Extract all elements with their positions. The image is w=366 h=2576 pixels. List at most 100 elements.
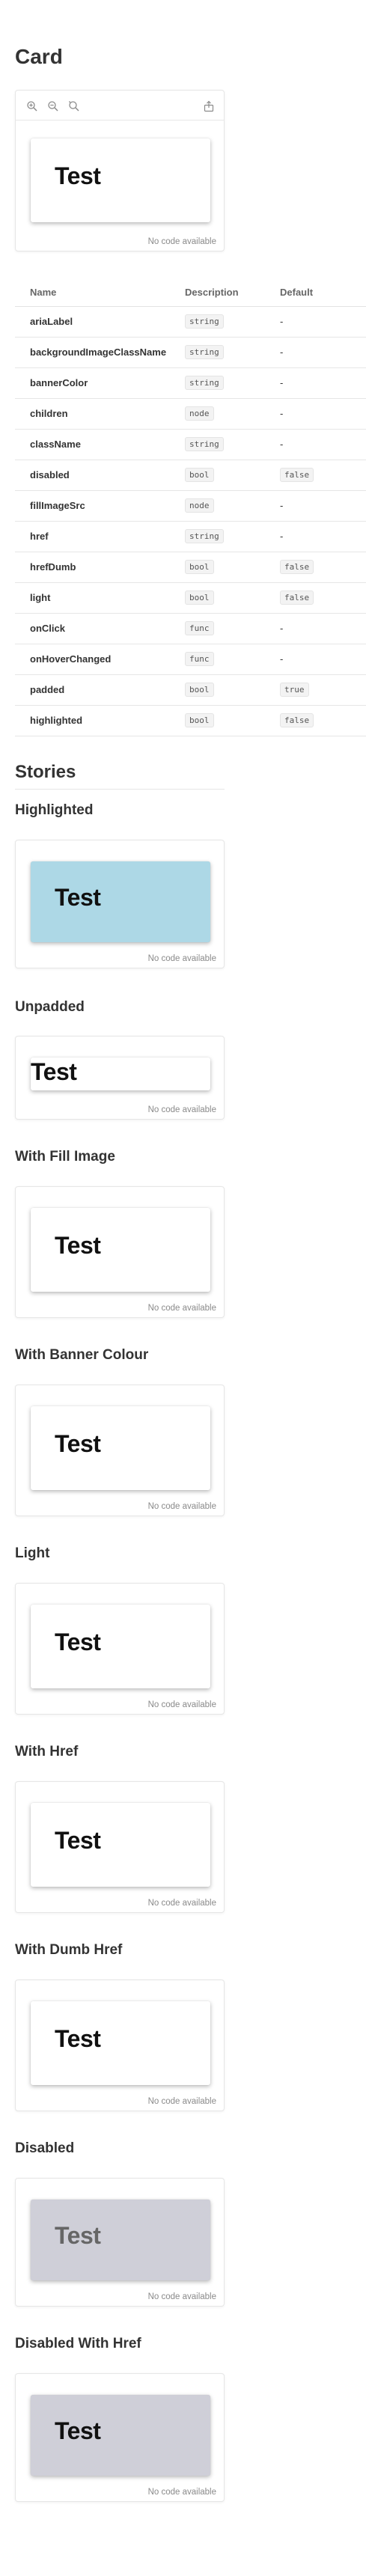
no-code-label: No code available xyxy=(147,954,216,963)
prop-type-cell: string xyxy=(170,337,265,368)
header-default: Default xyxy=(265,278,366,307)
story-card-text: Test xyxy=(55,2222,101,2249)
story-card[interactable]: Test xyxy=(31,1208,210,1292)
no-code-label: No code available xyxy=(147,1899,216,1908)
prop-default: - xyxy=(280,623,284,634)
prop-type: string xyxy=(185,314,224,329)
story-card-text: Test xyxy=(55,1827,101,1854)
prop-name: padded xyxy=(15,674,170,706)
prop-type: string xyxy=(185,376,224,390)
prop-default-cell: false xyxy=(265,460,366,491)
zoom-out-icon[interactable] xyxy=(47,100,59,112)
story-card[interactable]: Test xyxy=(31,861,210,942)
prop-default: - xyxy=(280,316,284,327)
prop-default-cell: false xyxy=(265,552,366,583)
story-title: Disabled With Href xyxy=(15,2336,141,2351)
share-icon[interactable] xyxy=(203,100,215,112)
prop-default: false xyxy=(280,468,314,482)
prop-type: string xyxy=(185,529,224,543)
table-row: children node - xyxy=(15,398,366,430)
table-row: padded bool true xyxy=(15,674,366,706)
prop-name: href xyxy=(15,521,170,552)
page-title: Card xyxy=(15,45,63,68)
story-title: With Fill Image xyxy=(15,1149,115,1165)
story-card-text: Test xyxy=(31,1058,77,1085)
prop-type-cell: string xyxy=(170,429,265,460)
story-card-text: Test xyxy=(55,884,101,911)
preview-toolbar xyxy=(16,91,224,120)
story-card-text: Test xyxy=(55,1629,101,1655)
prop-type-cell: bool xyxy=(170,552,265,583)
prop-type-cell: func xyxy=(170,613,265,644)
prop-default-cell: - xyxy=(265,367,366,399)
table-row: disabled bool false xyxy=(15,460,366,491)
prop-type: string xyxy=(185,437,224,451)
story-card[interactable]: Test xyxy=(31,1605,210,1688)
table-row: href string - xyxy=(15,521,366,552)
story-title: With Dumb Href xyxy=(15,1942,123,1958)
props-table-body: ariaLabel string - backgroundImageClassName… xyxy=(15,306,366,736)
prop-name: onClick xyxy=(15,613,170,644)
story-preview: Test No code available xyxy=(15,2178,225,2307)
prop-default-cell: - xyxy=(265,521,366,552)
story-card[interactable]: Test xyxy=(31,2200,210,2280)
card[interactable]: Test xyxy=(31,138,210,222)
prop-name: light xyxy=(15,582,170,614)
prop-type-cell: bool xyxy=(170,582,265,614)
story-card[interactable]: Test xyxy=(31,1406,210,1490)
table-row: onHoverChanged func - xyxy=(15,644,366,675)
prop-name: children xyxy=(15,398,170,430)
story-preview: Test No code available xyxy=(15,1583,225,1715)
story-card[interactable]: Test xyxy=(31,1057,210,1090)
prop-type: bool xyxy=(185,468,214,482)
prop-default-cell: - xyxy=(265,337,366,368)
story-card-text: Test xyxy=(55,1232,101,1259)
no-code-label: No code available xyxy=(147,2097,216,2106)
prop-name: disabled xyxy=(15,460,170,491)
prop-default: - xyxy=(280,408,284,419)
prop-type: bool xyxy=(185,560,214,574)
prop-name: fillImageSrc xyxy=(15,490,170,522)
no-code-label: No code available xyxy=(147,2292,216,2301)
prop-type: bool xyxy=(185,713,214,727)
prop-type-cell: string xyxy=(170,367,265,399)
demo-preview: Test No code available xyxy=(15,90,225,251)
story-preview: Test No code available xyxy=(15,1036,225,1120)
prop-name: backgroundImageClassName xyxy=(15,337,170,368)
story-card-text: Test xyxy=(55,2025,101,2052)
prop-default-cell: - xyxy=(265,398,366,430)
prop-type-cell: string xyxy=(170,306,265,338)
prop-name: highlighted xyxy=(15,705,170,736)
story-preview: Test No code available xyxy=(15,1186,225,1318)
story-preview: Test No code available xyxy=(15,1980,225,2111)
zoom-reset-icon[interactable] xyxy=(68,100,80,112)
prop-default-cell: - xyxy=(265,490,366,522)
story-preview: Test No code available xyxy=(15,2373,225,2502)
story-title: Highlighted xyxy=(15,802,94,818)
prop-name: className xyxy=(15,429,170,460)
prop-default-cell: false xyxy=(265,705,366,736)
story-preview: Test No code available xyxy=(15,1385,225,1516)
prop-type: bool xyxy=(185,683,214,697)
prop-name: ariaLabel xyxy=(15,306,170,338)
prop-default-cell: - xyxy=(265,644,366,675)
prop-type: node xyxy=(185,498,214,513)
table-row: light bool false xyxy=(15,582,366,614)
prop-default: false xyxy=(280,560,314,574)
table-row: ariaLabel string - xyxy=(15,306,366,338)
prop-default: - xyxy=(280,377,284,388)
prop-type-cell: bool xyxy=(170,460,265,491)
story-card[interactable]: Test xyxy=(31,1803,210,1887)
prop-default: false xyxy=(280,590,314,605)
story-card[interactable]: Test xyxy=(31,2395,210,2476)
table-row: onClick func - xyxy=(15,613,366,644)
prop-type-cell: bool xyxy=(170,674,265,706)
no-code-label: No code available xyxy=(147,1105,216,1114)
table-row: fillImageSrc node - xyxy=(15,490,366,522)
story-card[interactable]: Test xyxy=(31,2001,210,2085)
zoom-in-icon[interactable] xyxy=(26,100,38,112)
props-table: Name Description Default ariaLabel string… xyxy=(15,278,366,736)
prop-default: - xyxy=(280,500,284,511)
prop-type: func xyxy=(185,652,214,666)
prop-default: - xyxy=(280,439,284,450)
